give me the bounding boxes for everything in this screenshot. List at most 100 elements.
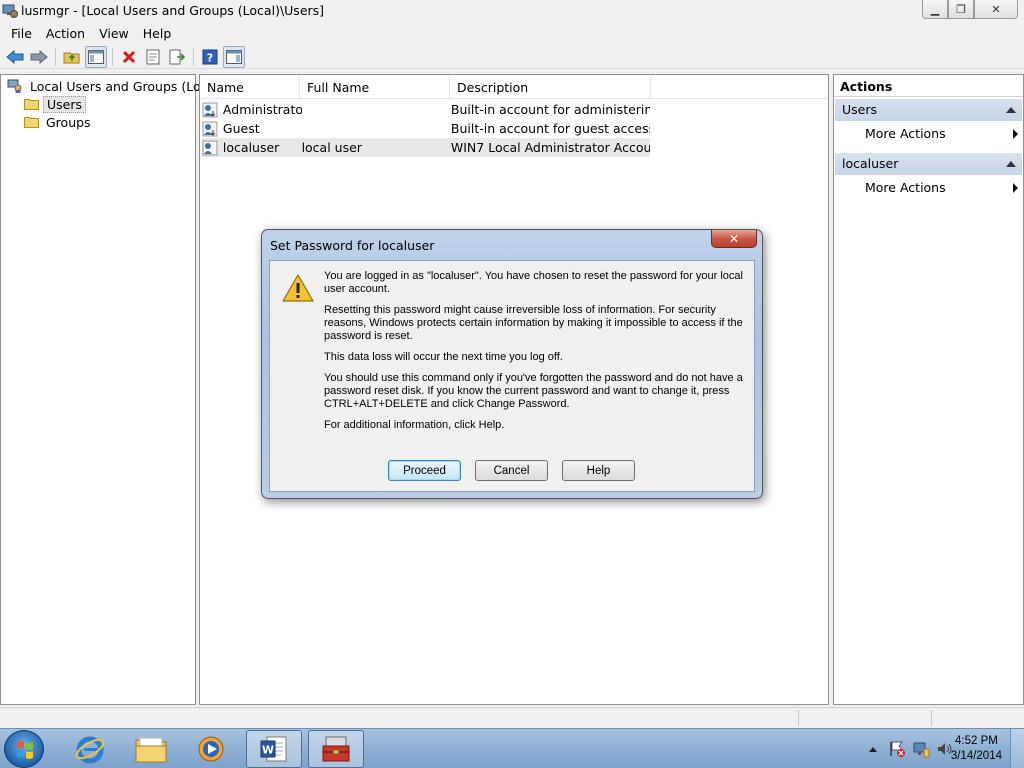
start-button[interactable] bbox=[4, 730, 44, 768]
up-level-button[interactable] bbox=[61, 46, 83, 68]
help-button-dialog[interactable]: Help bbox=[562, 460, 635, 481]
actions-group-localuser[interactable]: localuser bbox=[835, 153, 1022, 175]
dialog-paragraph: For additional information, click Help. bbox=[324, 419, 505, 431]
help-icon: ? bbox=[202, 49, 218, 64]
export-list-button[interactable] bbox=[166, 46, 188, 68]
cell-name: Administrator bbox=[222, 102, 302, 117]
restore-icon: ❐ bbox=[956, 2, 966, 16]
more-actions-label: More Actions bbox=[865, 180, 946, 195]
user-icon bbox=[202, 121, 218, 136]
network-icon[interactable] bbox=[912, 740, 930, 758]
windows-logo-icon bbox=[17, 741, 33, 759]
maximize-button[interactable]: ❐ bbox=[948, 0, 974, 19]
show-desktop-button[interactable] bbox=[1010, 729, 1024, 768]
taskbar-word[interactable]: W bbox=[246, 730, 302, 768]
collapse-up-icon[interactable] bbox=[1006, 161, 1016, 167]
toolbox-icon bbox=[322, 736, 350, 762]
media-player-icon bbox=[198, 736, 224, 762]
back-button[interactable] bbox=[4, 46, 26, 68]
menu-bar: File Action View Help bbox=[0, 23, 1024, 43]
set-password-dialog: Set Password for localuser ✕ You are log… bbox=[261, 229, 763, 499]
action-center-flag-icon[interactable] bbox=[888, 740, 906, 758]
menu-view[interactable]: View bbox=[92, 26, 136, 41]
forward-button[interactable] bbox=[28, 46, 50, 68]
show-hide-action-pane-button[interactable] bbox=[223, 45, 245, 68]
taskbar-media-player[interactable] bbox=[183, 730, 239, 768]
column-header-description[interactable]: Description bbox=[450, 75, 651, 99]
tree-root[interactable]: Local Users and Groups (Local) bbox=[7, 77, 227, 95]
clock-date: 3/14/2014 bbox=[950, 750, 1002, 762]
console-tree-icon bbox=[88, 49, 104, 64]
user-icon bbox=[202, 140, 218, 155]
minimize-button[interactable]: ▁ bbox=[922, 0, 948, 19]
cancel-button[interactable]: Cancel bbox=[475, 460, 548, 481]
list-header: Name Full Name Description bbox=[200, 75, 828, 99]
column-header-full-name[interactable]: Full Name bbox=[300, 75, 450, 99]
taskbar-internet-explorer[interactable] bbox=[62, 730, 118, 768]
dialog-paragraph: You are logged in as "localuser". You ha… bbox=[324, 270, 743, 295]
menu-action[interactable]: Action bbox=[39, 26, 92, 41]
export-list-icon bbox=[169, 49, 185, 64]
svg-text:?: ? bbox=[207, 51, 213, 64]
taskbar-computer-management[interactable] bbox=[308, 730, 364, 768]
help-button[interactable]: ? bbox=[199, 46, 221, 68]
delete-x-icon bbox=[122, 50, 136, 63]
tree-item-groups[interactable]: Groups bbox=[24, 113, 94, 131]
more-actions-label: More Actions bbox=[865, 126, 946, 141]
submenu-arrow-icon bbox=[1013, 183, 1018, 193]
cell-name: localuser bbox=[222, 140, 280, 155]
collapse-up-icon[interactable] bbox=[1006, 107, 1016, 113]
user-icon bbox=[202, 102, 218, 117]
forward-arrow-icon bbox=[30, 49, 48, 64]
column-header-name[interactable]: Name bbox=[200, 75, 300, 99]
close-button[interactable]: ✕ bbox=[974, 0, 1018, 19]
tree-item-users[interactable]: Users bbox=[24, 95, 87, 113]
dialog-message: You are logged in as "localuser". You ha… bbox=[324, 270, 750, 440]
file-explorer-icon bbox=[135, 737, 167, 763]
computer-management-icon bbox=[2, 4, 18, 18]
title-bar: lusrmgr - [Local Users and Groups (Local… bbox=[0, 0, 1024, 22]
cell-description: Built-in account for administering... bbox=[450, 102, 650, 117]
taskbar-file-explorer[interactable] bbox=[123, 730, 179, 768]
dialog-close-button[interactable]: ✕ bbox=[711, 230, 757, 248]
folder-icon bbox=[24, 117, 39, 128]
back-arrow-icon bbox=[6, 49, 24, 64]
menu-file[interactable]: File bbox=[4, 26, 39, 41]
actions-title: Actions bbox=[834, 75, 1023, 97]
dialog-body: You are logged in as "localuser". You ha… bbox=[269, 260, 755, 492]
more-actions-localuser[interactable]: More Actions bbox=[865, 178, 1020, 198]
cell-name: Guest bbox=[222, 121, 260, 136]
dialog-paragraph: You should use this command only if you'… bbox=[324, 372, 743, 410]
window-title: lusrmgr - [Local Users and Groups (Local… bbox=[21, 3, 325, 18]
proceed-button[interactable]: Proceed bbox=[388, 460, 461, 481]
warning-icon bbox=[282, 274, 314, 302]
actions-pane: Actions Users More Actions localuser Mor… bbox=[833, 74, 1024, 705]
system-tray: 4:52 PM 3/14/2014 bbox=[824, 729, 1024, 768]
more-actions-users[interactable]: More Actions bbox=[865, 124, 1020, 144]
svg-text:W: W bbox=[262, 744, 274, 757]
delete-button[interactable] bbox=[118, 46, 140, 68]
console-tree-pane: Local Users and Groups (Local) Users Gro… bbox=[0, 74, 224, 705]
menu-help[interactable]: Help bbox=[136, 26, 179, 41]
dialog-paragraph: Resetting this password might cause irre… bbox=[324, 304, 743, 342]
actions-group-users[interactable]: Users bbox=[835, 99, 1022, 121]
dialog-title: Set Password for localuser bbox=[270, 238, 435, 253]
minimize-icon: ▁ bbox=[930, 2, 940, 16]
toolbar: ? bbox=[0, 45, 1024, 69]
folder-icon bbox=[24, 99, 39, 110]
table-row-selected[interactable]: localuser local user WIN7 Local Administ… bbox=[202, 138, 650, 157]
cell-full-name: local user bbox=[301, 140, 362, 155]
status-divider bbox=[931, 710, 932, 726]
properties-button[interactable] bbox=[142, 46, 164, 68]
clock-time: 4:52 PM bbox=[955, 735, 998, 747]
show-hidden-icons-icon[interactable] bbox=[868, 745, 878, 753]
taskbar: W 4:52 PM 3/14/2014 bbox=[0, 728, 1024, 768]
toolbar-separator bbox=[112, 47, 113, 66]
table-row[interactable]: Administrator Built-in account for admin… bbox=[202, 100, 650, 119]
clock[interactable]: 4:52 PM 3/14/2014 bbox=[951, 734, 1002, 764]
show-hide-tree-button[interactable] bbox=[85, 45, 107, 68]
word-icon: W bbox=[260, 736, 287, 762]
submenu-arrow-icon bbox=[1013, 129, 1018, 139]
table-row[interactable]: Guest Built-in account for guest access … bbox=[202, 119, 650, 138]
dialog-paragraph: This data loss will occur the next time … bbox=[324, 351, 563, 363]
